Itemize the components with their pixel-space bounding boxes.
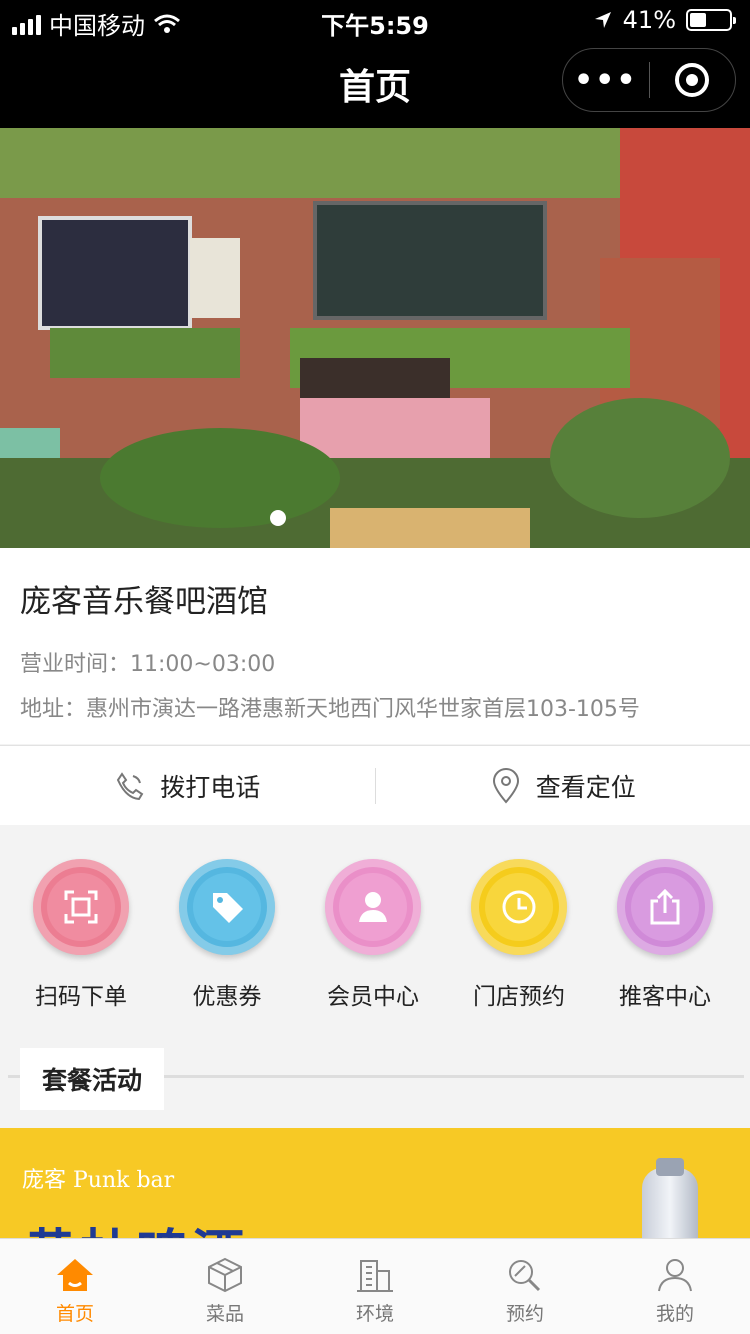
store-banner[interactable] <box>0 128 750 548</box>
map-pin-icon <box>492 767 519 804</box>
store-address: 地址：惠州市演达一路港惠新天地西门风华世家首层103-105号 <box>20 697 640 722</box>
promo-headline: 黄杜啤酒 <box>24 1212 248 1238</box>
view-location-button[interactable]: 查看定位 <box>376 767 750 804</box>
scan-icon <box>33 859 129 955</box>
section-header: 套餐活动 <box>0 1048 750 1110</box>
carousel-dots <box>270 510 286 526</box>
section-title: 套餐活动 <box>20 1048 164 1110</box>
home-icon <box>57 1259 93 1291</box>
box-icon <box>208 1257 242 1293</box>
contact-actions: 拨打电话 查看定位 <box>0 745 750 825</box>
more-button[interactable]: ••• <box>563 63 649 98</box>
feature-promoter-center[interactable]: 推客中心 <box>592 825 738 1025</box>
phone-icon <box>117 771 144 800</box>
feature-coupon[interactable]: 优惠券 <box>154 825 300 1025</box>
business-hours: 营业时间：11:00~03:00 <box>20 652 276 677</box>
tab-label: 菜品 <box>205 1303 244 1325</box>
section-line-right <box>164 1075 744 1078</box>
call-label: 拨打电话 <box>160 772 261 802</box>
battery-percent: 41% <box>622 6 676 34</box>
person-icon <box>658 1259 692 1292</box>
clock-icon <box>471 859 567 955</box>
tab-label: 环境 <box>355 1303 394 1325</box>
store-name: 庞客音乐餐吧酒馆 <box>20 584 268 620</box>
tag-icon <box>179 859 275 955</box>
banner-photo <box>0 128 750 548</box>
store-info-card: 庞客音乐餐吧酒馆 营业时间：11:00~03:00 地址：惠州市演达一路港惠新天… <box>0 548 750 744</box>
promo-logo: 庞客 Punk bar <box>22 1168 175 1193</box>
share-icon <box>617 859 713 955</box>
tab-label: 预约 <box>505 1303 544 1325</box>
feature-member-center[interactable]: 会员中心 <box>300 825 446 1025</box>
location-arrow-icon <box>594 12 611 28</box>
close-miniprogram-button[interactable] <box>650 63 736 97</box>
feature-label: 推客中心 <box>619 984 711 1010</box>
feature-scan-order[interactable]: 扫码下单 <box>8 825 154 1025</box>
bottom-tab-bar: 首页 菜品 环境 预约 我的 <box>0 1238 750 1334</box>
feature-label: 会员中心 <box>327 984 419 1010</box>
tab-label: 我的 <box>655 1303 694 1325</box>
feature-label: 优惠券 <box>192 984 262 1010</box>
tab-dishes[interactable]: 菜品 <box>150 1239 300 1334</box>
building-icon <box>357 1260 393 1292</box>
location-label: 查看定位 <box>535 772 636 802</box>
search-icon <box>509 1260 541 1292</box>
beer-bottle-image <box>642 1158 698 1238</box>
call-button[interactable]: 拨打电话 <box>0 768 375 804</box>
tab-reservation[interactable]: 预约 <box>450 1239 600 1334</box>
battery-icon <box>686 9 736 31</box>
user-icon <box>325 859 421 955</box>
tab-mine[interactable]: 我的 <box>600 1239 750 1334</box>
target-icon <box>675 63 710 97</box>
tab-home[interactable]: 首页 <box>0 1239 150 1334</box>
miniprogram-capsule: ••• <box>562 48 736 112</box>
feature-label: 门店预约 <box>473 984 565 1010</box>
feature-label: 扫码下单 <box>35 984 127 1010</box>
feature-reservation[interactable]: 门店预约 <box>446 825 592 1025</box>
status-bar: 中国移动 下午5:59 41% <box>0 0 750 40</box>
top-bar: 中国移动 下午5:59 41% 首页 ••• <box>0 0 750 128</box>
status-right: 41% <box>593 6 736 34</box>
feature-grid: 扫码下单 优惠券 会员中心 门店预约 推客中心 <box>0 825 750 1025</box>
carousel-dot-active[interactable] <box>270 510 286 526</box>
promo-banner[interactable]: 庞客 Punk bar 黄杜啤酒 <box>0 1128 750 1238</box>
tab-label: 首页 <box>55 1303 94 1325</box>
tab-environment[interactable]: 环境 <box>300 1239 450 1334</box>
